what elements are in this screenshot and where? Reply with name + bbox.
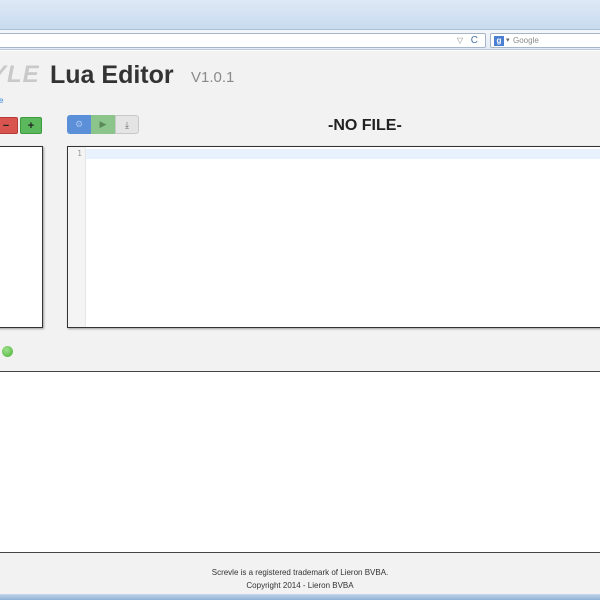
page-footer: Screvle is a registered trademark of Lie… bbox=[0, 552, 600, 594]
active-line-highlight[interactable] bbox=[86, 149, 600, 159]
taskbar-strip bbox=[0, 594, 600, 600]
footer-copyright: Copyright 2014 - Lieron BVBA bbox=[246, 581, 354, 590]
app-version: V1.0.1 bbox=[191, 69, 235, 86]
add-file-button[interactable]: + bbox=[20, 117, 42, 134]
browser-navbar: ▽ C g ▾ Google bbox=[0, 30, 600, 50]
download-button[interactable]: ⤓ bbox=[115, 115, 139, 134]
app-content: YLE Lua Editor V1.0.1 e − + ⚙ ▶ ⤓ -NO FI… bbox=[0, 51, 600, 371]
line-number: 1 bbox=[77, 149, 82, 158]
address-bar[interactable]: ▽ C bbox=[0, 33, 486, 48]
content-divider bbox=[0, 371, 600, 372]
editor-toolbar: ⚙ ▶ ⤓ bbox=[67, 115, 139, 134]
play-icon: ▶ bbox=[99, 119, 107, 129]
gear-icon: ⚙ bbox=[74, 119, 84, 129]
browser-titlebar bbox=[0, 0, 600, 30]
file-list-panel[interactable] bbox=[0, 146, 43, 328]
download-icon: ⤓ bbox=[125, 120, 129, 130]
line-number-gutter: 1 bbox=[68, 147, 86, 327]
footer-trademark: Screvle is a registered trademark of Lie… bbox=[211, 568, 389, 577]
page-title: Lua Editor bbox=[50, 61, 174, 89]
remove-file-button[interactable]: − bbox=[0, 117, 18, 134]
current-file-name: -NO FILE- bbox=[328, 117, 402, 134]
header-link[interactable]: e bbox=[0, 96, 3, 105]
search-bar[interactable]: g ▾ Google bbox=[490, 33, 600, 48]
search-engine-dropdown-icon[interactable]: ▾ bbox=[506, 34, 510, 47]
code-editor[interactable]: 1 bbox=[67, 146, 600, 328]
google-search-engine-icon[interactable]: g bbox=[494, 36, 504, 46]
url-history-dropdown-icon[interactable]: ▽ bbox=[457, 34, 463, 47]
run-button[interactable]: ▶ bbox=[91, 115, 115, 134]
search-input-placeholder[interactable]: Google bbox=[513, 34, 539, 47]
screvle-logo: YLE bbox=[0, 61, 40, 88]
connection-status-indicator bbox=[2, 346, 13, 357]
settings-button[interactable]: ⚙ bbox=[67, 115, 91, 134]
reload-icon[interactable]: C bbox=[471, 34, 478, 47]
